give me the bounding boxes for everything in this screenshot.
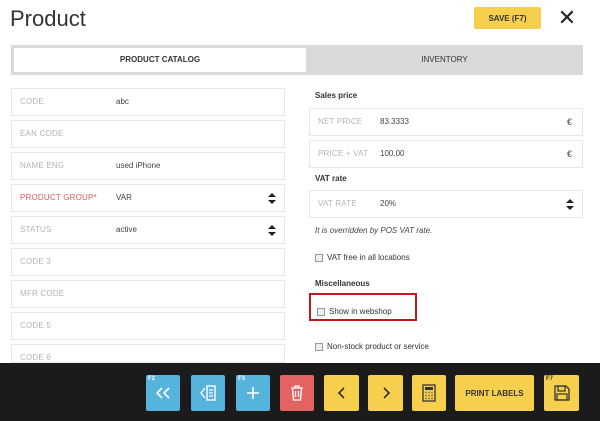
price-vat-field[interactable]: PRICE + VAT 100.00 € bbox=[309, 140, 583, 168]
plus-icon bbox=[247, 387, 259, 399]
product-group-select[interactable]: PRODUCT GROUP* VAR bbox=[11, 184, 285, 212]
currency-label: € bbox=[566, 117, 572, 127]
prev-button[interactable] bbox=[324, 375, 359, 411]
chevron-right-icon bbox=[382, 387, 390, 399]
miscellaneous-heading: Miscellaneous bbox=[315, 279, 370, 288]
mfr-code-field[interactable]: MFR CODE bbox=[11, 280, 285, 308]
vat-rate-value: 20% bbox=[380, 199, 397, 208]
non-stock-checkbox[interactable]: Non-stock product or service bbox=[315, 342, 429, 351]
calculator-button[interactable] bbox=[412, 375, 446, 411]
checkbox-box[interactable] bbox=[315, 253, 323, 262]
print-labels-label: PRINT LABELS bbox=[465, 388, 524, 398]
vat-rate-label: VAT RATE bbox=[318, 199, 357, 208]
code-field[interactable]: CODE abc bbox=[11, 88, 285, 116]
tab-product-catalog[interactable]: PRODUCT CATALOG bbox=[14, 48, 306, 72]
code-value: abc bbox=[116, 97, 129, 106]
tab-inventory[interactable]: INVENTORY bbox=[306, 45, 583, 75]
print-labels-button[interactable]: PRINT LABELS bbox=[455, 375, 534, 411]
list-back-icon bbox=[200, 385, 216, 401]
shortcut-label: F3 bbox=[238, 376, 246, 382]
net-price-label: NET PRICE bbox=[318, 117, 363, 126]
trash-icon bbox=[291, 385, 303, 401]
save-button[interactable]: SAVE (F7) bbox=[474, 7, 541, 29]
page-title: Product bbox=[10, 6, 86, 31]
shortcut-label: F7 bbox=[546, 376, 554, 382]
chevron-left-icon bbox=[337, 387, 345, 399]
code-label: CODE bbox=[20, 97, 44, 106]
name-eng-field[interactable]: NAME ENG used iPhone bbox=[11, 152, 285, 180]
floppy-disk-icon bbox=[553, 385, 570, 401]
currency-label: € bbox=[566, 149, 572, 159]
net-price-value: 83.3333 bbox=[380, 117, 409, 126]
vat-free-checkbox[interactable]: VAT free in all locations bbox=[315, 253, 410, 262]
mfr-code-label: MFR CODE bbox=[20, 289, 65, 298]
code6-label: CODE 6 bbox=[20, 353, 51, 362]
vat-rate-select[interactable]: VAT RATE 20% bbox=[309, 190, 583, 218]
close-icon[interactable]: ✕ bbox=[557, 6, 577, 30]
sales-price-heading: Sales price bbox=[315, 91, 358, 100]
calculator-icon bbox=[422, 384, 436, 402]
sort-arrows-icon bbox=[268, 225, 276, 236]
shortcut-label: F2 bbox=[148, 376, 156, 382]
price-vat-label: PRICE + VAT bbox=[318, 149, 369, 158]
code5-label: CODE 5 bbox=[20, 321, 51, 330]
code3-field[interactable]: CODE 3 bbox=[11, 248, 285, 276]
code6-field[interactable]: CODE 6 bbox=[11, 344, 285, 363]
status-label: STATUS bbox=[20, 225, 52, 234]
highlight-box bbox=[309, 293, 417, 321]
product-group-value: VAR bbox=[116, 193, 132, 202]
status-value: active bbox=[116, 225, 137, 234]
previous-record-button[interactable]: F2 bbox=[146, 375, 180, 411]
price-vat-value: 100.00 bbox=[380, 149, 405, 158]
save-toolbar-button[interactable]: F7 bbox=[544, 375, 579, 411]
code5-field[interactable]: CODE 5 bbox=[11, 312, 285, 340]
vat-free-label: VAT free in all locations bbox=[327, 253, 410, 262]
status-select[interactable]: STATUS active bbox=[11, 216, 285, 244]
ean-code-label: EAN CODE bbox=[20, 129, 64, 138]
double-chevron-left-icon bbox=[155, 387, 170, 399]
sort-arrows-icon bbox=[566, 199, 574, 210]
product-list-button[interactable] bbox=[191, 375, 225, 411]
tab-bar: PRODUCT CATALOG INVENTORY bbox=[11, 45, 583, 75]
checkbox-box[interactable] bbox=[315, 342, 323, 351]
code3-label: CODE 3 bbox=[20, 257, 51, 266]
delete-button[interactable] bbox=[280, 375, 314, 411]
next-button[interactable] bbox=[368, 375, 403, 411]
non-stock-label: Non-stock product or service bbox=[327, 342, 429, 351]
ean-code-field[interactable]: EAN CODE bbox=[11, 120, 285, 148]
name-eng-label: NAME ENG bbox=[20, 161, 65, 170]
vat-rate-heading: VAT rate bbox=[315, 174, 347, 183]
sort-arrows-icon bbox=[268, 193, 276, 204]
net-price-field[interactable]: NET PRICE 83.3333 € bbox=[309, 108, 583, 136]
bottom-toolbar: F2 F3 PRINT LABELS F7 bbox=[0, 363, 600, 421]
name-eng-value: used iPhone bbox=[116, 161, 161, 170]
vat-override-note: It is overridden by POS VAT rate. bbox=[315, 226, 433, 235]
product-group-label: PRODUCT GROUP* bbox=[20, 193, 97, 202]
add-product-button[interactable]: F3 bbox=[236, 375, 270, 411]
